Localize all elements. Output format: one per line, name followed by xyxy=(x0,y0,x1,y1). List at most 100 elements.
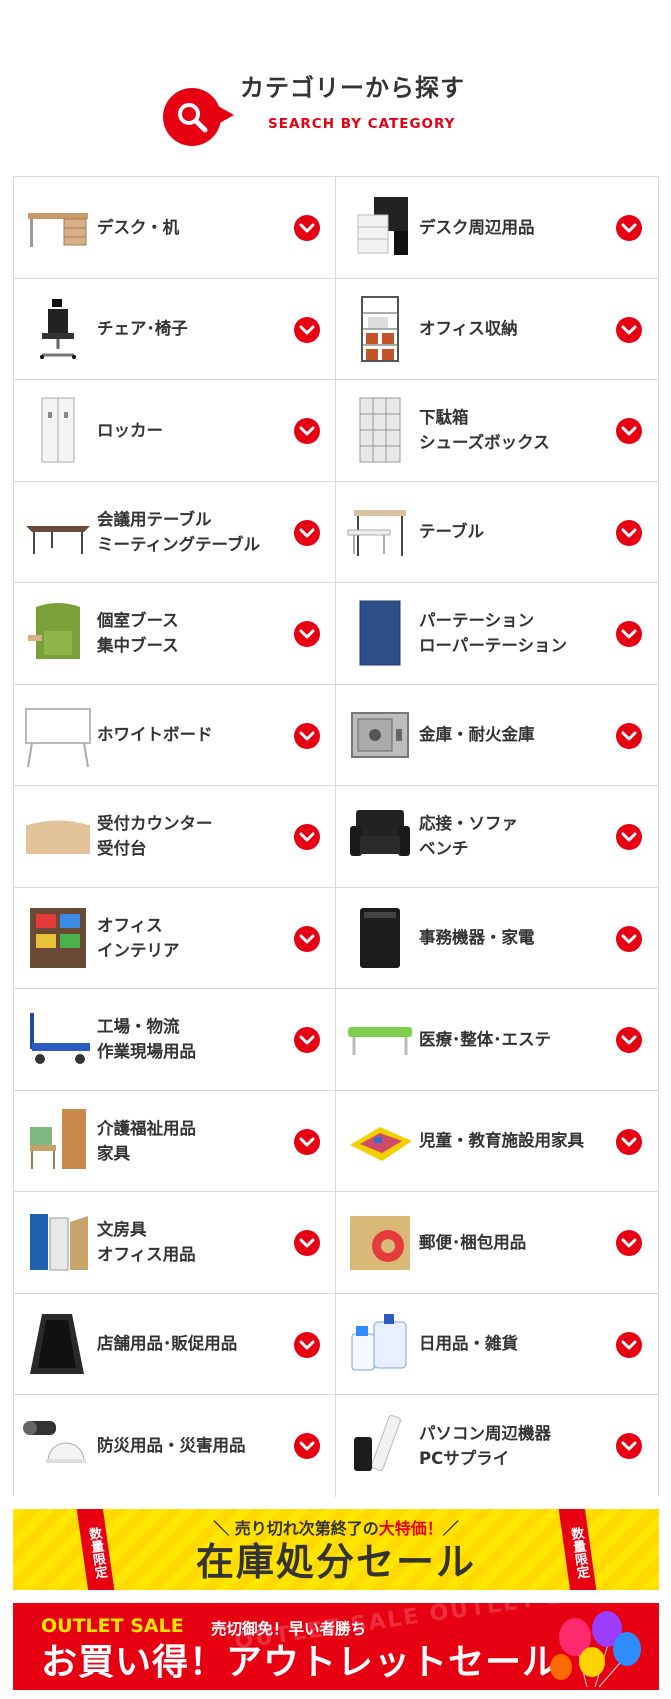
category-item[interactable]: テーブル xyxy=(336,481,658,583)
chevron-down-icon[interactable] xyxy=(294,621,320,647)
category-item[interactable]: 応接・ソファ ベンチ xyxy=(336,786,658,888)
category-thumbnail xyxy=(22,597,94,669)
chevron-down-icon[interactable] xyxy=(294,824,320,850)
category-label: オフィス インテリア xyxy=(97,888,287,989)
chevron-down-icon[interactable] xyxy=(294,1230,320,1256)
category-label: パーテーションローパーテーション xyxy=(419,583,609,684)
category-label: 日用品・雑貨 xyxy=(419,1294,609,1395)
outlet-sale-banner[interactable]: OUTLET SALE OUTLET SALE OUTLET SALE 売切御免… xyxy=(13,1603,659,1690)
category-item[interactable]: デスク・机 xyxy=(14,177,336,279)
category-item[interactable]: 店舗用品･販促用品 xyxy=(14,1293,336,1395)
category-label-line1: 文房具 xyxy=(97,1220,147,1240)
category-label-line1: 下駄箱 xyxy=(419,408,469,428)
chevron-down-icon[interactable] xyxy=(294,1331,320,1358)
chevron-down-icon[interactable] xyxy=(294,519,320,546)
category-label: 医療･整体･エステ xyxy=(419,989,609,1090)
category-label: 文房具 オフィス用品 xyxy=(97,1192,287,1293)
chevron-down-icon[interactable] xyxy=(616,1230,642,1256)
chevron-down-icon[interactable] xyxy=(616,1331,642,1358)
category-label-line1: 郵便･梱包用品 xyxy=(419,1232,527,1252)
category-label: 事務機器・家電 xyxy=(419,888,609,989)
category-item[interactable]: チェア･椅子 xyxy=(14,278,336,380)
chevron-down-icon[interactable] xyxy=(294,1027,320,1053)
category-item[interactable]: 個室ブース 集中ブース xyxy=(14,583,336,685)
category-label-line2: ミーティングテーブル xyxy=(97,534,261,554)
category-item[interactable]: 事務機器・家電 xyxy=(336,887,658,989)
category-label: 下駄箱シューズボックス xyxy=(419,380,609,481)
category-thumbnail xyxy=(344,597,416,669)
category-label: 金庫・耐火金庫 xyxy=(419,685,609,786)
category-label: 店舗用品･販促用品 xyxy=(97,1294,287,1395)
category-thumbnail xyxy=(344,496,416,568)
category-label-line1: 防災用品・災害用品 xyxy=(97,1436,246,1456)
chevron-down-icon[interactable] xyxy=(616,418,642,444)
chevron-down-icon[interactable] xyxy=(616,824,642,850)
category-label-line1: 店舗用品･販促用品 xyxy=(97,1334,238,1354)
category-thumbnail xyxy=(344,191,416,263)
category-item[interactable]: 文房具 オフィス用品 xyxy=(14,1192,336,1294)
category-item[interactable]: 医療･整体･エステ xyxy=(336,989,658,1091)
chevron-down-icon[interactable] xyxy=(294,1433,320,1459)
category-item[interactable]: 介護福祉用品 家具 xyxy=(14,1090,336,1192)
category-label: チェア･椅子 xyxy=(97,279,287,380)
category-label: 郵便･梱包用品 xyxy=(419,1192,609,1293)
category-item[interactable]: 下駄箱シューズボックス xyxy=(336,380,658,482)
chevron-down-icon[interactable] xyxy=(616,1128,642,1155)
category-item[interactable]: オフィス インテリア xyxy=(14,887,336,989)
chevron-down-icon[interactable] xyxy=(616,1433,642,1459)
category-label: 会議用テーブルミーティングテーブル xyxy=(97,482,287,583)
category-item[interactable]: 郵便･梱包用品 xyxy=(336,1192,658,1294)
category-label-line1: 児童・教育施設用家具 xyxy=(419,1131,584,1151)
category-item[interactable]: 防災用品・災害用品 xyxy=(14,1395,336,1497)
category-label: ホワイトボード xyxy=(97,685,287,786)
chevron-down-icon[interactable] xyxy=(616,215,642,241)
chevron-down-icon[interactable] xyxy=(294,215,320,241)
category-thumbnail xyxy=(22,293,94,365)
category-item[interactable]: 工場・物流 作業現場用品 xyxy=(14,989,336,1091)
category-item[interactable]: パーテーションローパーテーション xyxy=(336,583,658,685)
category-item[interactable]: オフィス収納 xyxy=(336,278,658,380)
category-label-line1: 受付カウンター xyxy=(97,814,213,834)
category-item[interactable]: 児童・教育施設用家具 xyxy=(336,1090,658,1192)
category-item[interactable]: 受付カウンター 受付台 xyxy=(14,786,336,888)
outlet-banner-top: 売切御免！早い者勝ち xyxy=(211,1620,367,1638)
chevron-down-icon[interactable] xyxy=(616,519,642,546)
category-item[interactable]: 金庫・耐火金庫 xyxy=(336,684,658,786)
category-thumbnail xyxy=(344,1105,416,1177)
category-label-line2: シューズボックス xyxy=(419,433,550,453)
chevron-down-icon[interactable] xyxy=(616,722,642,749)
chevron-down-icon[interactable] xyxy=(294,316,320,343)
category-label-line1: パーテーション xyxy=(419,611,535,631)
chevron-down-icon[interactable] xyxy=(616,316,642,343)
category-label-line2: ベンチ xyxy=(419,839,469,859)
category-item[interactable]: デスク周辺用品 xyxy=(336,177,658,279)
category-item[interactable]: ロッカー xyxy=(14,380,336,482)
category-thumbnail xyxy=(344,1206,416,1278)
category-item[interactable]: 会議用テーブルミーティングテーブル xyxy=(14,481,336,583)
chevron-down-icon[interactable] xyxy=(294,722,320,749)
chevron-down-icon[interactable] xyxy=(616,925,642,952)
chevron-down-icon[interactable] xyxy=(616,621,642,647)
category-label: パソコン周辺機器 PCサプライ xyxy=(419,1395,609,1497)
category-thumbnail xyxy=(22,394,94,466)
category-item[interactable]: 日用品・雑貨 xyxy=(336,1293,658,1395)
category-label-line1: テーブル xyxy=(419,522,485,542)
category-label-line1: 工場・物流 xyxy=(97,1017,180,1037)
category-label-line2: 集中ブース xyxy=(97,636,179,656)
chevron-down-icon[interactable] xyxy=(294,418,320,444)
chevron-down-icon[interactable] xyxy=(616,1027,642,1053)
category-thumbnail xyxy=(22,800,94,872)
category-label-line1: 事務機器・家電 xyxy=(419,928,535,948)
category-thumbnail xyxy=(344,293,416,365)
chevron-down-icon[interactable] xyxy=(294,925,320,952)
category-label-line1: ロッカー xyxy=(97,420,163,440)
category-label-line1: 会議用テーブル xyxy=(97,509,212,529)
category-thumbnail xyxy=(22,1409,94,1481)
category-label-line2: ローパーテーション xyxy=(419,636,568,656)
category-item[interactable]: ホワイトボード xyxy=(14,684,336,786)
category-item[interactable]: パソコン周辺機器 PCサプライ xyxy=(336,1395,658,1497)
page-title: カテゴリーから探す xyxy=(240,74,465,102)
chevron-down-icon[interactable] xyxy=(294,1128,320,1155)
stock-clearance-banner[interactable]: 数量限定 数量限定 ＼ 売り切れ次第終了の大特価！／ 在庫処分セール xyxy=(13,1509,659,1590)
stock-banner-subtitle: ＼ 売り切れ次第終了の大特価！／ xyxy=(213,1519,459,1538)
